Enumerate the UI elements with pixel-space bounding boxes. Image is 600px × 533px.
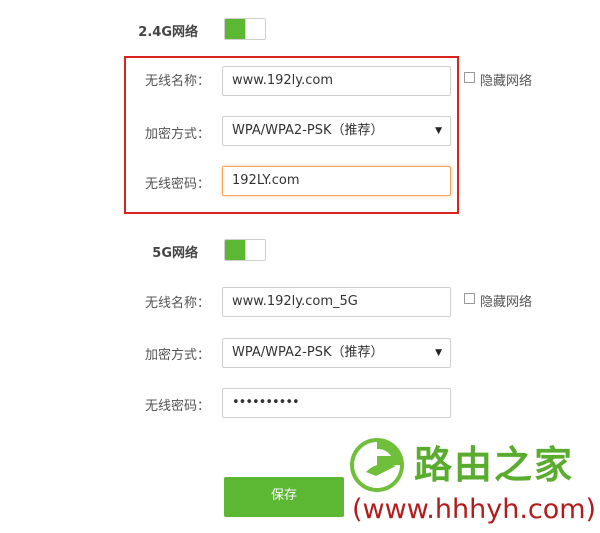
wifi24-toggle[interactable] xyxy=(224,18,266,40)
toggle-on-fill xyxy=(225,240,246,260)
wifi5-security-select[interactable]: WPA/WPA2-PSK（推荐） ▼ xyxy=(222,338,451,368)
wifi5-security-value: WPA/WPA2-PSK（推荐） xyxy=(232,345,384,360)
watermark-logo xyxy=(346,432,412,498)
wifi5-hide-checkbox[interactable] xyxy=(464,293,475,304)
wifi24-hide-checkbox[interactable] xyxy=(464,72,475,83)
router-logo-icon xyxy=(350,438,404,492)
watermark-brand: 路由之家 xyxy=(414,443,575,487)
wifi24-security-label: 加密方式： xyxy=(144,127,210,142)
wifi24-ssid-input[interactable]: www.192ly.com xyxy=(222,66,451,96)
wifi24-security-select[interactable]: WPA/WPA2-PSK（推荐） ▼ xyxy=(222,116,451,146)
watermark-url: (www.hhhyh.com) xyxy=(352,494,597,525)
wifi5-password-input[interactable]: •••••••••• xyxy=(222,388,451,418)
chevron-down-icon: ▼ xyxy=(435,126,442,136)
wifi5-title: 5G网络 xyxy=(152,246,198,261)
save-button[interactable]: 保存 xyxy=(224,477,344,517)
wifi5-password-label: 无线密码： xyxy=(144,399,210,414)
toggle-knob xyxy=(245,19,265,39)
wifi5-hide-label: 隐藏网络 xyxy=(480,295,533,310)
wifi24-password-label: 无线密码： xyxy=(144,177,210,192)
wifi24-password-input[interactable]: 192LY.com xyxy=(222,166,451,196)
wifi24-hide-label: 隐藏网络 xyxy=(480,74,533,89)
toggle-on-fill xyxy=(225,19,246,39)
chevron-down-icon: ▼ xyxy=(435,348,442,358)
wifi24-security-value: WPA/WPA2-PSK（推荐） xyxy=(232,123,384,138)
wifi5-toggle[interactable] xyxy=(224,239,266,261)
wifi5-ssid-label: 无线名称： xyxy=(144,296,210,311)
wifi24-title: 2.4G网络 xyxy=(138,25,198,40)
toggle-knob xyxy=(245,240,265,260)
wifi24-ssid-label: 无线名称： xyxy=(144,74,210,89)
wifi5-ssid-input[interactable]: www.192ly.com_5G xyxy=(222,287,451,317)
wifi5-security-label: 加密方式： xyxy=(144,348,210,363)
